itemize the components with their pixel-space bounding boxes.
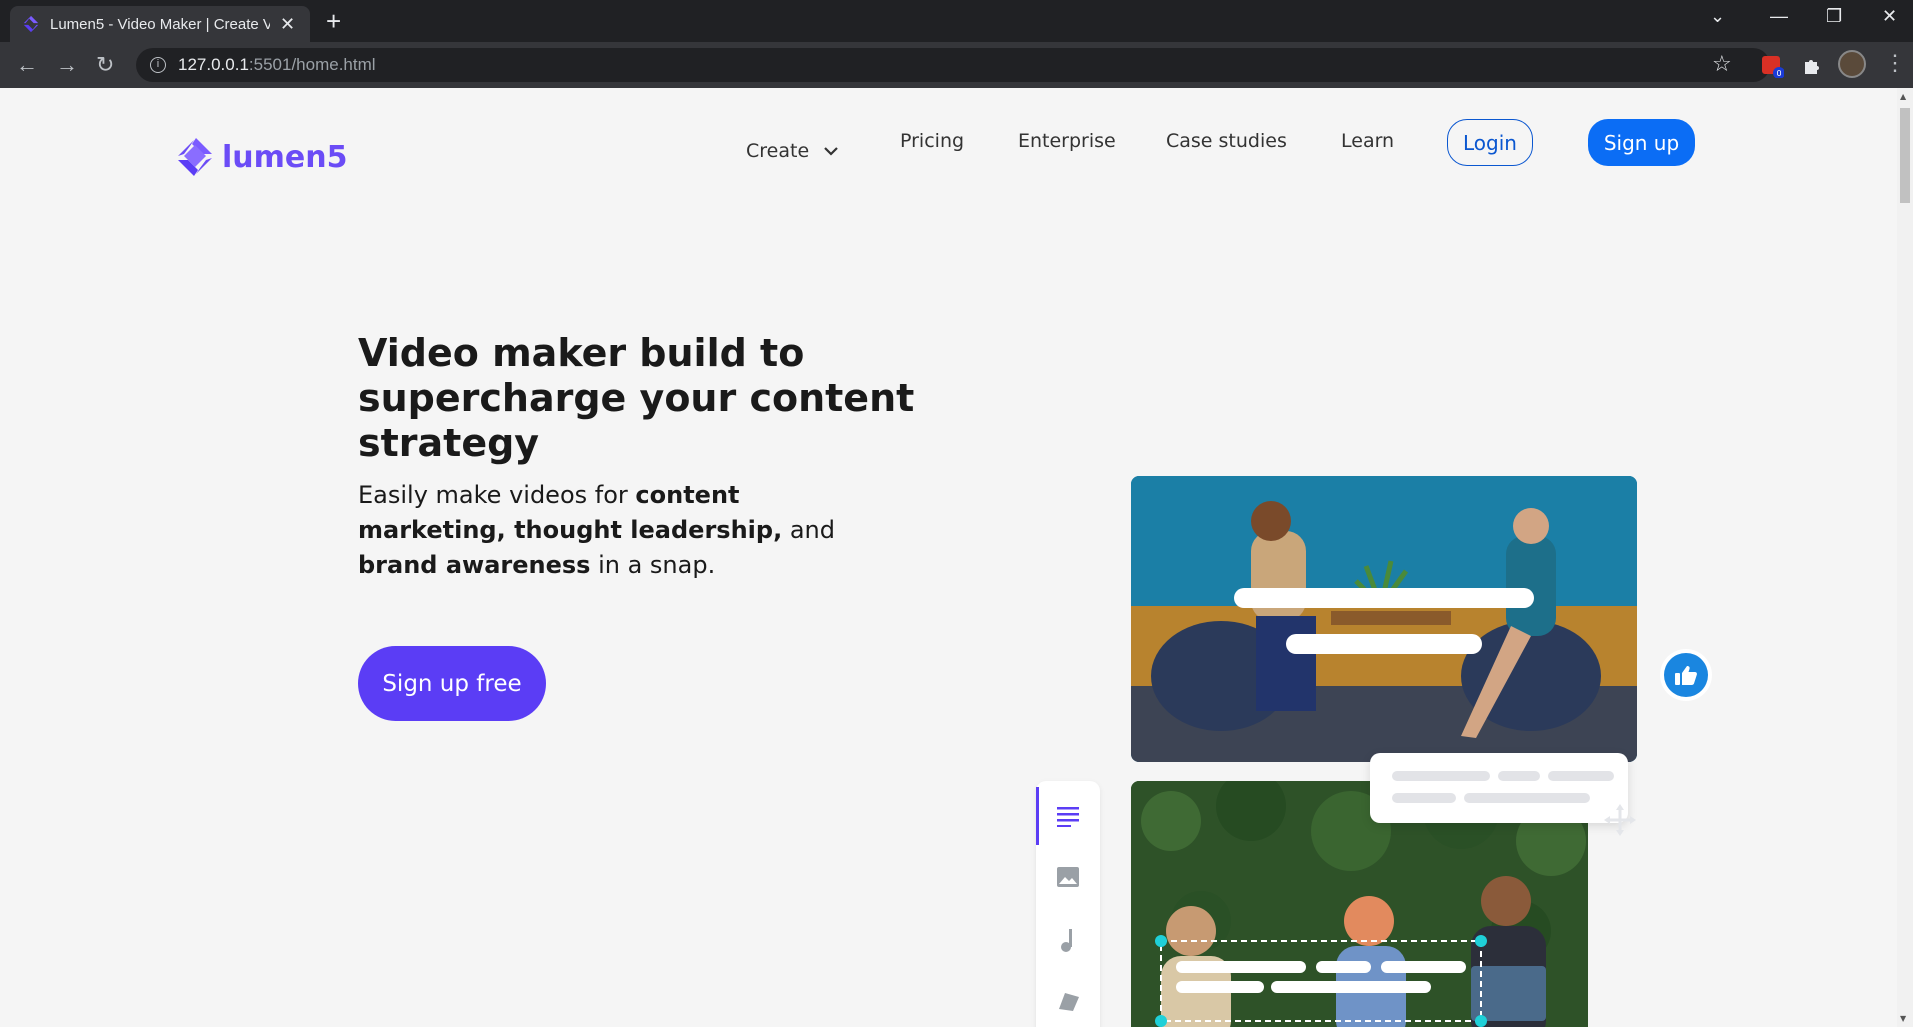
login-button[interactable]: Login xyxy=(1447,119,1533,166)
music-tool-icon[interactable] xyxy=(1056,927,1080,953)
nav-create-label: Create xyxy=(746,140,810,162)
nav-case-studies[interactable]: Case studies xyxy=(1166,130,1287,152)
image-tool-icon[interactable] xyxy=(1056,865,1080,889)
caption-card xyxy=(1370,753,1628,823)
extension-badge: 0 xyxy=(1776,69,1781,78)
hero-sub-text: and xyxy=(782,516,835,544)
chevron-down-icon xyxy=(824,147,838,156)
move-icon[interactable] xyxy=(1602,802,1638,838)
editor-tools-panel xyxy=(1036,781,1100,1027)
address-bar[interactable]: i 127.0.0.1 :5501/home.html xyxy=(136,48,1770,82)
hero-subtitle: Easily make videos for content marketing… xyxy=(358,478,838,583)
restore-icon[interactable]: ❐ xyxy=(1826,6,1842,27)
nav-create[interactable]: Create xyxy=(746,140,839,162)
extension-icon[interactable]: 0 xyxy=(1760,54,1784,78)
profile-avatar[interactable] xyxy=(1838,50,1866,78)
scroll-up-icon[interactable]: ▲ xyxy=(1900,92,1906,101)
nav-enterprise[interactable]: Enterprise xyxy=(1018,130,1116,152)
hero-sub-text: in a snap. xyxy=(590,551,716,579)
url-host: 127.0.0.1 xyxy=(178,55,249,74)
lumen5-logo[interactable]: lumen5 xyxy=(174,136,347,178)
reload-icon[interactable]: ↻ xyxy=(96,52,114,78)
text-tool-icon[interactable] xyxy=(1056,805,1080,827)
new-tab-icon[interactable]: + xyxy=(326,6,341,37)
hero-title: Video maker build to supercharge your co… xyxy=(358,331,915,465)
tab-search-icon[interactable]: ⌄ xyxy=(1710,6,1725,27)
url-path: :5501/home.html xyxy=(248,55,376,74)
site-info-icon[interactable]: i xyxy=(150,57,166,73)
sign-up-button[interactable]: Sign up xyxy=(1588,119,1695,166)
scrollbar-thumb[interactable] xyxy=(1900,108,1910,203)
browser-tab[interactable]: Lumen5 - Video Maker | Create V ✕ xyxy=(10,6,310,42)
browser-toolbar: ← → ↻ i 127.0.0.1 :5501/home.html ☆ 0 ⋮ xyxy=(0,42,1913,88)
browser-menu-icon[interactable]: ⋮ xyxy=(1884,50,1906,76)
forward-icon[interactable]: → xyxy=(56,52,78,78)
logo-text: lumen5 xyxy=(222,139,348,175)
back-icon[interactable]: ← xyxy=(16,52,38,78)
style-tool-icon[interactable] xyxy=(1056,987,1082,1013)
minimize-icon[interactable]: — xyxy=(1770,6,1788,27)
puzzle-extensions-icon[interactable] xyxy=(1801,54,1823,76)
lumen5-logo-icon xyxy=(178,138,212,176)
hero-sub-bold: brand awareness xyxy=(358,551,591,579)
tab-close-icon[interactable]: ✕ xyxy=(280,14,295,35)
browser-tab-strip: Lumen5 - Video Maker | Create V ✕ + ⌄ — … xyxy=(0,0,1913,42)
close-window-icon[interactable]: ✕ xyxy=(1882,6,1897,27)
tab-title: Lumen5 - Video Maker | Create V xyxy=(50,15,270,33)
page-scrollbar[interactable]: ▲ ▼ xyxy=(1897,88,1913,1027)
meeting-photo xyxy=(1131,476,1637,762)
lumen5-favicon-icon xyxy=(23,15,39,33)
thumbs-up-icon xyxy=(1675,666,1697,685)
hero-sub-text: Easily make videos for xyxy=(358,481,636,509)
nav-pricing[interactable]: Pricing xyxy=(900,130,964,152)
active-tool-indicator xyxy=(1036,787,1039,845)
web-page: lumen5 Create Pricing Enterprise Case st… xyxy=(0,88,1897,1027)
nav-learn[interactable]: Learn xyxy=(1341,130,1394,152)
sign-up-free-button[interactable]: Sign up free xyxy=(358,646,546,721)
scroll-down-icon[interactable]: ▼ xyxy=(1900,1014,1906,1023)
like-badge xyxy=(1664,653,1708,697)
bookmark-star-icon[interactable]: ☆ xyxy=(1712,52,1732,77)
